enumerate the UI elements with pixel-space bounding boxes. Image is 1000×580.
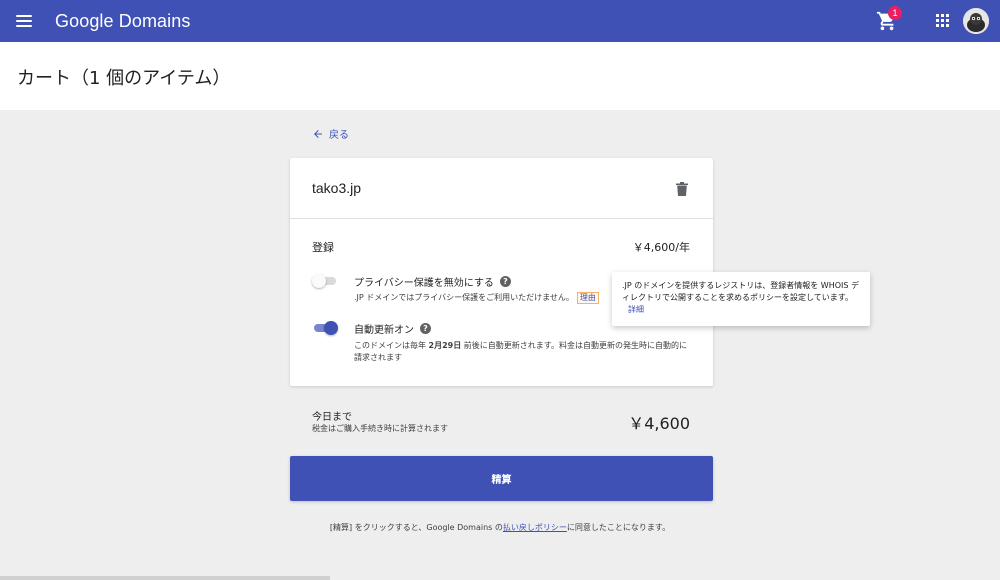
privacy-title-text: プライバシー保護を無効にする xyxy=(354,278,494,289)
back-link[interactable]: 戻る xyxy=(312,126,349,141)
autorenew-title-text: 自動更新オン xyxy=(354,325,414,336)
checkout-button[interactable]: 精算 xyxy=(290,456,713,501)
brand-logo[interactable]: Google Domains xyxy=(55,10,190,32)
page-title: カート（1 個のアイテム） xyxy=(17,68,231,89)
registration-price: ￥4,600/年 xyxy=(632,241,690,254)
privacy-description-text: .JP ドメインではプライバシー保護をご利用いただけません。 xyxy=(354,293,574,302)
tooltip-text: .JP のドメインを提供するレジストリは、登録者情報を WHOIS ディレクトリ… xyxy=(622,281,860,302)
app-bar: Google Domains 1 xyxy=(0,0,1000,42)
tooltip-details-link[interactable]: 詳細 xyxy=(628,305,644,314)
help-icon[interactable]: ? xyxy=(499,276,511,287)
back-label: 戻る xyxy=(329,130,349,141)
cart-item-header: tako3.jp xyxy=(290,158,713,219)
total-amount: ￥4,600 xyxy=(628,414,690,433)
registration-label: 登録 xyxy=(312,241,334,254)
autorenew-description: このドメインは毎年 2月29日 前後に自動更新されます。料金は自動更新の発生時に… xyxy=(354,340,689,364)
trash-icon[interactable] xyxy=(676,181,688,196)
total-label: 今日まで xyxy=(312,412,352,423)
autorenew-toggle[interactable] xyxy=(312,321,338,335)
footer-note: [精算] をクリックすると、Google Domains の払い戻しポリシーに同… xyxy=(0,522,1000,533)
domain-name: tako3.jp xyxy=(312,180,362,196)
autorenew-date: 2月29日 xyxy=(428,341,462,350)
privacy-option-title: プライバシー保護を無効にする ? xyxy=(354,274,511,289)
help-icon[interactable]: ? xyxy=(420,323,431,334)
privacy-toggle[interactable] xyxy=(312,274,338,288)
footer-pre: [精算] をクリックすると、Google Domains の xyxy=(329,523,503,532)
footer-post: に同意したことになります。 xyxy=(566,523,671,532)
autorenew-option-title: 自動更新オン ? xyxy=(354,321,431,336)
horizontal-scrollbar[interactable] xyxy=(0,576,330,580)
tax-note: 税金はご購入手続き時に計算されます xyxy=(312,424,448,433)
reason-link[interactable]: 理由 xyxy=(576,292,599,304)
menu-icon[interactable] xyxy=(16,13,32,29)
privacy-tooltip: .JP のドメインを提供するレジストリは、登録者情報を WHOIS ディレクトリ… xyxy=(612,272,870,326)
arrow-left-icon xyxy=(314,129,322,138)
refund-policy-link[interactable]: 払い戻しポリシー xyxy=(503,523,567,532)
title-band: カート（1 個のアイテム） xyxy=(0,42,1000,110)
apps-grid-icon[interactable] xyxy=(936,14,950,28)
avatar[interactable] xyxy=(963,8,989,34)
autorenew-desc-pre: このドメインは毎年 xyxy=(354,341,429,350)
cart-count-badge: 1 xyxy=(888,6,902,20)
